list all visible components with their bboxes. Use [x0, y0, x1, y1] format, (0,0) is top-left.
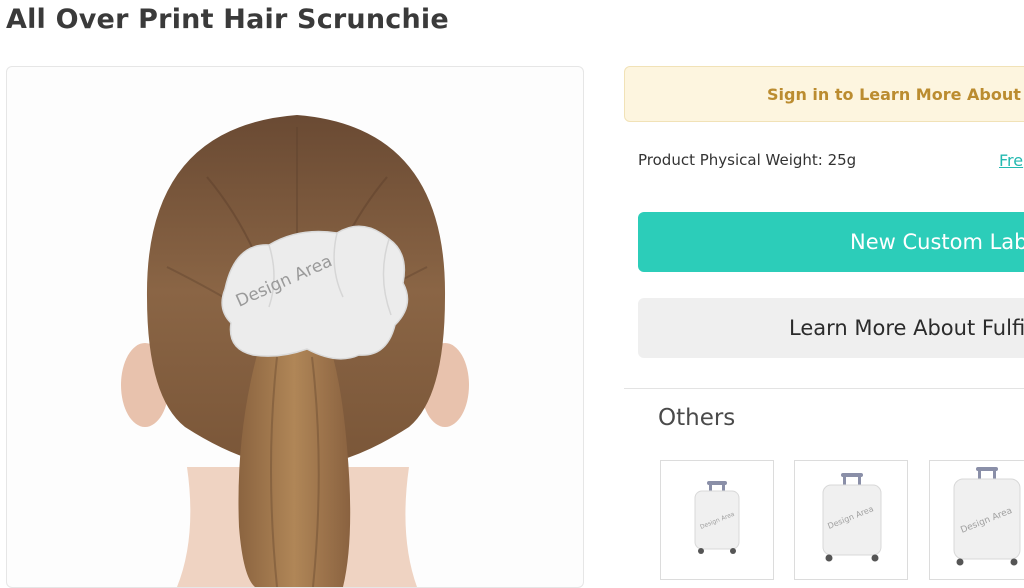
others-item-luggage-cover-large[interactable]: Design Area	[929, 460, 1024, 580]
others-heading: Others	[658, 405, 736, 431]
page-title: All Over Print Hair Scrunchie	[6, 4, 449, 35]
signin-banner-text: Sign in to Learn More About P	[767, 84, 1024, 104]
signin-banner[interactable]: Sign in to Learn More About P	[624, 66, 1024, 122]
others-item-luggage-cover-small[interactable]: Design Area	[660, 460, 774, 580]
learn-fulfillment-button[interactable]: Learn More About Fulfil	[638, 298, 1024, 358]
others-item-luggage-cover-medium[interactable]: Design Area	[794, 460, 908, 580]
product-image[interactable]: Design Area	[6, 66, 584, 588]
free-link[interactable]: Fre	[999, 151, 1023, 170]
new-custom-label-button[interactable]: New Custom Lab	[638, 212, 1024, 272]
divider	[624, 388, 1024, 389]
product-weight: Product Physical Weight: 25g	[638, 151, 857, 169]
